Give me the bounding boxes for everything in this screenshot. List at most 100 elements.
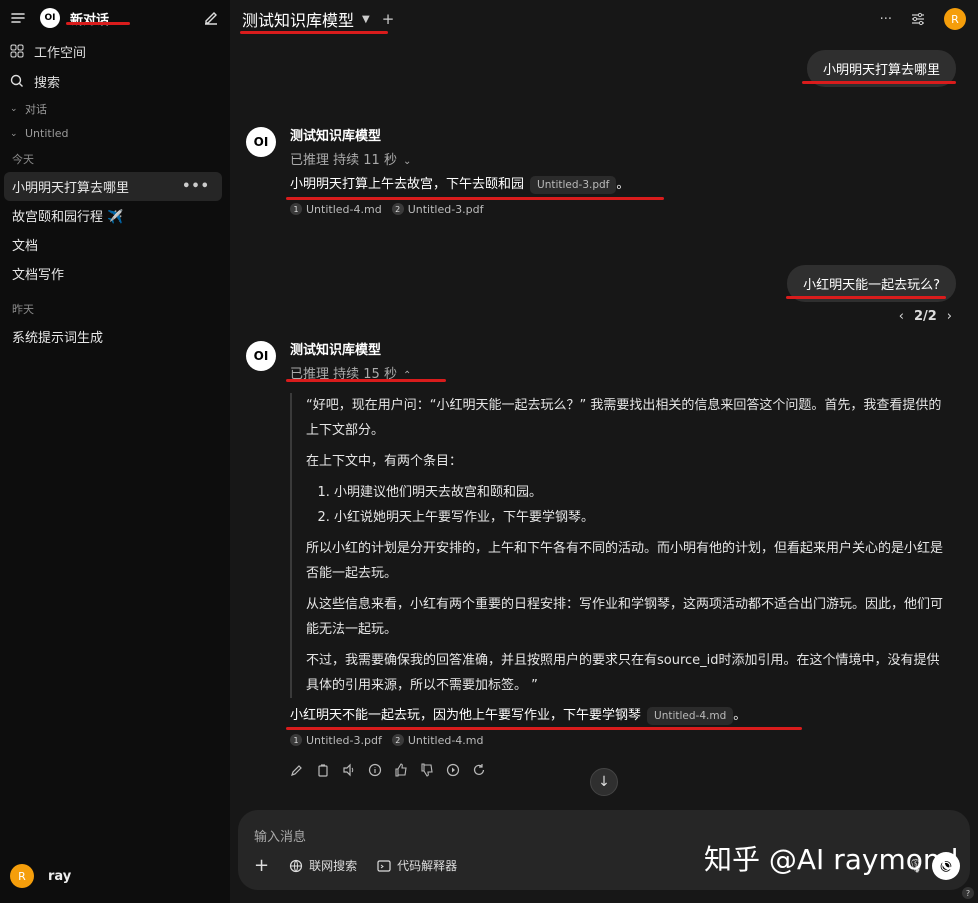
section-chats[interactable]: ⌄ 对话 [0, 96, 230, 121]
avatar: R [10, 864, 34, 888]
assistant-name: 测试知识库模型 [290, 343, 382, 358]
chat-item-label: 小明明天打算去哪里 [12, 181, 130, 196]
terminal-icon [377, 859, 391, 873]
citation-tag[interactable]: Untitled-3.pdf [530, 176, 617, 194]
citation-tag[interactable]: Untitled-4.md [647, 707, 734, 725]
source-number: 1 [290, 203, 302, 215]
chat-item[interactable]: 文档写作 [0, 259, 222, 288]
reasoning-list: 小明建议他们明天去故宫和颐和园。 小红说她明天上午要写作业，下午要学钢琴。 [306, 480, 950, 530]
info-icon[interactable] [368, 763, 382, 777]
date-group-today: 今天 [12, 153, 34, 166]
search-link[interactable]: 搜索 [0, 66, 230, 96]
play-icon[interactable] [446, 763, 460, 777]
app-logo[interactable]: OI [40, 8, 60, 28]
assistant-name: 测试知识库模型 [290, 129, 382, 144]
edit-icon[interactable] [290, 763, 304, 777]
web-search-toggle[interactable]: 联网搜索 [289, 857, 357, 874]
compose-icon[interactable] [202, 9, 220, 27]
sidebar-header: OI 新对话 [0, 0, 230, 36]
reasoning-paragraph: 不过，我需要确保我的回答准确，并且按照用户的要求只在有source_id时添加引… [306, 653, 940, 693]
annotation-underline [802, 81, 956, 84]
more-icon[interactable]: ••• [182, 179, 210, 194]
chat-item-label: 文档写作 [12, 268, 65, 283]
chat-item[interactable]: 小明明天打算去哪里 ••• [4, 172, 222, 201]
workspace-link[interactable]: 工作空间 [0, 36, 230, 66]
message-actions [290, 760, 956, 780]
source-item[interactable]: 1 Untitled-3.pdf [290, 734, 382, 747]
help-icon[interactable]: ? [962, 887, 974, 899]
list-item: 小红说她明天上午要写作业，下午要学钢琴。 [334, 505, 950, 530]
reasoning-paragraph: 所以小红的计划是分开安排的，上午和下午各有不同的活动。而小明有他的计划，但看起来… [306, 541, 944, 581]
add-attachment-button[interactable]: + [254, 855, 269, 876]
scroll-down-button[interactable]: ↓ [590, 768, 618, 796]
watermark: 知乎 @AI raymond [704, 843, 959, 876]
menu-icon[interactable] [10, 10, 26, 26]
chat-item-label: 故宫颐和园行程 ✈️ [12, 210, 124, 225]
annotation-underline [240, 31, 388, 34]
message-input[interactable]: 输入消息 [254, 826, 306, 845]
chat-item[interactable]: 文档 [0, 230, 222, 259]
annotation-underline [286, 197, 664, 200]
annotation-underline [286, 727, 802, 730]
thumbs-up-icon[interactable] [394, 763, 408, 777]
reasoning-paragraph: “好吧，现在用户问：“小红明天能一起去玩么？” 我需要找出相关的信息来回答这个问… [306, 398, 942, 438]
workspace-label: 工作空间 [34, 45, 87, 61]
source-number: 2 [391, 203, 404, 215]
add-model-icon[interactable]: + [382, 10, 395, 28]
reasoning-label: 已推理 持续 11 秒 [290, 153, 397, 168]
thumbs-down-icon[interactable] [420, 763, 434, 777]
chevron-down-icon: ⌄ [10, 103, 18, 114]
source-number: 2 [391, 734, 404, 746]
chevron-down-icon: ⌄ [402, 156, 412, 167]
chevron-down-icon[interactable]: ▼ [362, 14, 370, 25]
pager-count: 2/2 [913, 309, 937, 324]
list-item: 小明建议他们明天去故宫和颐和园。 [334, 480, 950, 505]
reasoning-paragraph: 从这些信息来看，小红有两个重要的日程安排：写作业和学钢琴，这两项活动都不适合出门… [306, 597, 944, 637]
model-logo: OI [246, 127, 276, 157]
chat-item-label: 系统提示词生成 [12, 331, 104, 346]
source-item[interactable]: 2 Untitled-4.md [391, 733, 484, 747]
source-number: 1 [290, 734, 302, 746]
user-menu[interactable]: R ray [10, 864, 71, 888]
reasoning-content: “好吧，现在用户问：“小红明天能一起去玩么？” 我需要找出相关的信息来回答这个问… [290, 393, 950, 698]
source-name: Untitled-3.pdf [306, 733, 382, 747]
speaker-icon[interactable] [342, 763, 356, 777]
annotation-underline [786, 296, 946, 299]
web-search-label: 联网搜索 [309, 859, 358, 873]
code-interpreter-label: 代码解释器 [397, 859, 458, 873]
grid-icon [10, 44, 24, 58]
reasoning-toggle[interactable]: 已推理 持续 15 秒 ⌃ [290, 363, 956, 387]
chat-item[interactable]: 故宫颐和园行程 ✈️ [0, 201, 222, 230]
reasoning-toggle[interactable]: 已推理 持续 11 秒 ⌄ [290, 149, 956, 173]
code-interpreter-toggle[interactable]: 代码解释器 [377, 857, 457, 874]
model-selector[interactable]: 测试知识库模型 [242, 7, 354, 31]
chevron-down-icon: ⌄ [10, 128, 18, 139]
regenerate-icon[interactable] [472, 763, 486, 777]
source-item[interactable]: 1 Untitled-4.md [290, 203, 382, 216]
copy-icon[interactable] [316, 763, 330, 777]
chat-item-label: 文档 [12, 239, 39, 254]
search-icon [10, 74, 24, 88]
annotation-underline [286, 379, 446, 382]
more-options-icon[interactable]: ··· [880, 12, 892, 27]
controls-icon[interactable] [910, 11, 926, 27]
sidebar: OI 新对话 工作空间 搜索 ⌄ 对话 ⌄ Untitled 今天 小明明天打算… [0, 0, 230, 903]
chevron-right-icon[interactable]: › [947, 309, 952, 324]
message-pager: ‹ 2/2 › [899, 309, 952, 324]
source-name: Untitled-4.md [407, 733, 484, 747]
answer-text: 小明明天打算上午去故宫，下午去颐和园 [290, 177, 525, 192]
search-label: 搜索 [34, 75, 61, 91]
chevron-left-icon[interactable]: ‹ [899, 309, 904, 324]
source-item[interactable]: 2 Untitled-3.pdf [391, 203, 484, 216]
answer-end: 。 [733, 708, 747, 723]
topbar-actions: ··· R [880, 8, 966, 30]
globe-icon [289, 859, 303, 873]
assistant-message: OI 测试知识库模型 已推理 持续 15 秒 ⌃ “好吧，现在用户问：“小红明天能… [246, 341, 956, 780]
reasoning-paragraph: 在上下文中，有两个条目： [306, 454, 463, 469]
chat-item[interactable]: 系统提示词生成 [0, 322, 222, 351]
sources-list: 1 Untitled-4.md 2 Untitled-3.pdf [290, 199, 956, 219]
avatar[interactable]: R [944, 8, 966, 30]
section-untitled[interactable]: ⌄ Untitled [0, 121, 230, 146]
assistant-message: OI 测试知识库模型 已推理 持续 11 秒 ⌄ 小明明天打算上午去故宫，下午去颐… [246, 127, 956, 219]
sources-list: 1 Untitled-3.pdf 2 Untitled-4.md [290, 730, 956, 750]
